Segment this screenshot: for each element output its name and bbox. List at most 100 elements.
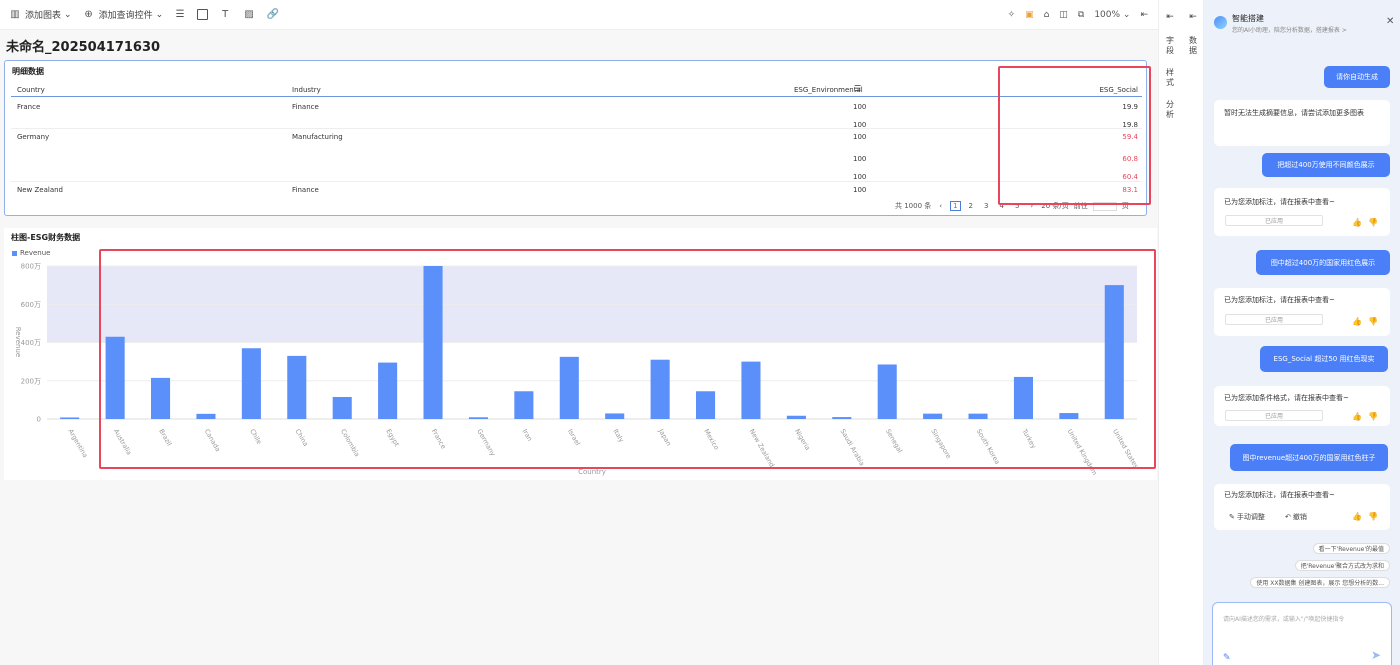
close-icon[interactable]: ✕ bbox=[1386, 16, 1394, 27]
bar bbox=[650, 359, 670, 419]
collapse-data-icon[interactable]: ⇤ bbox=[1189, 12, 1197, 22]
tab-control-button[interactable] bbox=[197, 9, 209, 20]
bar bbox=[877, 364, 897, 419]
link-button[interactable]: 🔗 bbox=[266, 8, 280, 22]
x-tick-label: Iran bbox=[521, 428, 534, 443]
y-tick-label: 0 bbox=[37, 416, 41, 424]
bar-chart-icon: ▥ bbox=[10, 9, 20, 20]
x-tick-label: Senegal bbox=[884, 428, 904, 455]
ai-message: 已为您添加标注，请在报表中查看~ ✎ 手动调整 ↶ 撤销 👍 👎 bbox=[1214, 484, 1390, 530]
add-query-button[interactable]: ⊕ 添加查询控件 ⌄ bbox=[82, 8, 164, 22]
col-header-country[interactable]: Country bbox=[17, 86, 45, 94]
cabinet-icon[interactable]: ⌂ bbox=[1044, 10, 1050, 20]
collapse-panel-icon[interactable]: ⇤ bbox=[1166, 12, 1174, 22]
thumb-down-icon[interactable]: 👎 bbox=[1368, 317, 1378, 326]
page-title[interactable]: 未命名_202504171630 bbox=[6, 36, 160, 55]
col-header-industry[interactable]: Industry bbox=[292, 86, 321, 94]
next-page[interactable]: › bbox=[1027, 201, 1036, 211]
col-header-esg-social[interactable]: ESG_Social bbox=[1099, 86, 1138, 94]
page-5[interactable]: 5 bbox=[1012, 201, 1022, 211]
page-1[interactable]: 1 bbox=[950, 201, 961, 211]
cell-esg-social: 60.8 bbox=[1122, 155, 1138, 163]
suggestion-chip[interactable]: 看一下'Revenue'的最值 bbox=[1312, 543, 1390, 554]
send-icon[interactable]: ➤ bbox=[1371, 648, 1381, 662]
tab-fields[interactable]: 字段 bbox=[1166, 36, 1174, 56]
table-row[interactable]: Germany Manufacturing 100 59.4 bbox=[11, 129, 1142, 147]
feedback-buttons: 👍 👎 bbox=[1352, 317, 1378, 326]
undo-button[interactable]: ↶ 撤销 bbox=[1285, 512, 1307, 522]
suggestion-chip[interactable]: 使用 XX数据集 创建图表，展示 您想分析的数... bbox=[1250, 577, 1390, 588]
image-icon: ▨ bbox=[244, 9, 254, 20]
assistant-input[interactable]: 请向AI描述您的需求，或输入"/"唤起快捷指令 ✎ ➤ bbox=[1212, 602, 1392, 665]
col-header-esg-environmental[interactable]: ESG_Environmental bbox=[794, 86, 863, 94]
zoom-value: 100% bbox=[1094, 10, 1121, 20]
table-row[interactable]: 100 19.8 bbox=[11, 113, 1142, 129]
x-tick-label: Nigeria bbox=[793, 428, 812, 452]
thumb-down-icon[interactable]: 👎 bbox=[1368, 218, 1378, 227]
zoom-select[interactable]: 100% ⌄ bbox=[1094, 10, 1130, 20]
applied-badge: 已应用 bbox=[1225, 215, 1323, 226]
bar bbox=[923, 413, 943, 419]
filter-control-button[interactable]: ☰ bbox=[173, 8, 187, 22]
collapse-icon[interactable]: ⇤ bbox=[1140, 10, 1148, 20]
bar-chart-card[interactable]: 柱图-ESG财务数据 Revenue 0 200万 400万 600万 800万 Arge… bbox=[4, 228, 1157, 480]
thumb-down-icon[interactable]: 👎 bbox=[1368, 412, 1378, 421]
chevron-down-icon: ⌄ bbox=[155, 9, 164, 20]
ai-message-text: 已为您添加标注，请在报表中查看~ bbox=[1224, 491, 1335, 499]
page-size-select[interactable]: 20 条/页 bbox=[1041, 201, 1069, 211]
thumb-up-icon[interactable]: 👍 bbox=[1352, 512, 1362, 521]
add-chart-label: 添加图表 bbox=[25, 11, 62, 21]
cell-country: France bbox=[17, 103, 41, 111]
x-tick-label: Australia bbox=[112, 428, 133, 457]
cell-country: Germany bbox=[17, 133, 50, 141]
toolbar-right: ✧ ▣ ⌂ ◫ ⧉ 100% ⌄ ⇤ bbox=[1008, 0, 1148, 30]
page-3[interactable]: 3 bbox=[981, 201, 991, 211]
cell-esg-environmental: 100 bbox=[853, 103, 867, 111]
x-tick-label: Italy bbox=[611, 428, 625, 444]
tab-data[interactable]: 数据 bbox=[1189, 36, 1197, 56]
prev-page[interactable]: ‹ bbox=[936, 201, 945, 211]
x-tick-label: Colombia bbox=[339, 428, 361, 458]
bar bbox=[1013, 376, 1033, 419]
app-root: ▥ 添加图表 ⌄ ⊕ 添加查询控件 ⌄ ☰ T ▨ 🔗 ✧ ▣ ⌂ ◫ ⧉ 10… bbox=[0, 0, 1400, 665]
table-row[interactable]: 100 60.4 bbox=[11, 165, 1142, 182]
thumb-up-icon[interactable]: 👍 bbox=[1352, 218, 1362, 227]
goto-input[interactable] bbox=[1092, 201, 1117, 211]
page-4[interactable]: 4 bbox=[996, 201, 1006, 211]
table-row[interactable]: New Zealand Finance 100 83.1 bbox=[11, 182, 1142, 198]
property-side-tabs: ⇤ ⇤ 字段 数据 样式 分析 bbox=[1158, 0, 1204, 665]
bar-chart: 0 200万 400万 600万 800万 Argentina Australia Brazi… bbox=[14, 263, 1140, 477]
text-button[interactable]: T bbox=[218, 8, 232, 22]
report-icon[interactable]: ▣ bbox=[1025, 10, 1034, 20]
page-2[interactable]: 2 bbox=[966, 201, 976, 211]
manual-adjust-label: 手动调整 bbox=[1236, 513, 1265, 521]
table-header: Country Industry ESG_Environmental ☰ ESG… bbox=[11, 83, 1142, 97]
x-tick-label: Israel bbox=[566, 428, 582, 448]
thumb-up-icon[interactable]: 👍 bbox=[1352, 317, 1362, 326]
tab-analysis[interactable]: 分析 bbox=[1166, 100, 1174, 120]
ai-magic-icon[interactable]: ✧ bbox=[1008, 10, 1016, 20]
thumb-down-icon[interactable]: 👎 bbox=[1368, 512, 1378, 521]
copy-icon[interactable]: ⧉ bbox=[1078, 10, 1084, 20]
search-plus-icon: ⊕ bbox=[84, 9, 93, 20]
preview-icon[interactable]: ◫ bbox=[1059, 10, 1068, 20]
cell-esg-social: 83.1 bbox=[1122, 186, 1138, 194]
manual-adjust-button[interactable]: ✎ 手动调整 bbox=[1229, 512, 1265, 522]
table-row[interactable]: France Finance 100 19.9 bbox=[11, 99, 1142, 113]
table-row[interactable]: 100 60.8 bbox=[11, 147, 1142, 165]
column-sort-icon[interactable]: ☰ bbox=[854, 84, 861, 93]
detail-table-card[interactable]: 明细数据 Country Industry ESG_Environmental … bbox=[4, 60, 1147, 216]
bar bbox=[1059, 413, 1079, 419]
thumb-up-icon[interactable]: 👍 bbox=[1352, 412, 1362, 421]
x-tick-label: Saudi Arabia bbox=[839, 428, 867, 468]
assistant-header: 智能搭建 您的AI小助理，陪您分析数据，搭建报表 > ✕ bbox=[1204, 0, 1400, 40]
suggestion-chip[interactable]: 把'Revenue'聚合方式改为求和 bbox=[1294, 560, 1390, 571]
tab-style[interactable]: 样式 bbox=[1166, 68, 1174, 88]
ai-sparkle-icon[interactable]: ✎ bbox=[1223, 653, 1231, 663]
image-button[interactable]: ▨ bbox=[242, 8, 256, 22]
y-tick-label: 600万 bbox=[21, 301, 41, 309]
cell-esg-environmental: 100 bbox=[853, 133, 867, 141]
assistant-subtitle[interactable]: 您的AI小助理，陪您分析数据，搭建报表 > bbox=[1232, 25, 1347, 34]
add-chart-button[interactable]: ▥ 添加图表 ⌄ bbox=[8, 8, 71, 22]
assistant-title: 智能搭建 bbox=[1232, 14, 1264, 23]
